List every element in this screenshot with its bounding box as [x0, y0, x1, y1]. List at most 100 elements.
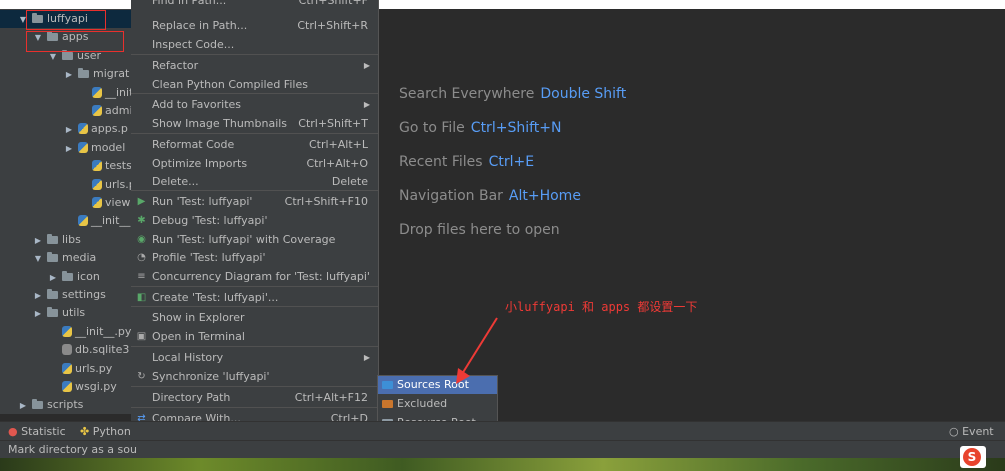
tab-python[interactable]: ✤ Python [80, 422, 131, 441]
menu-item-shortcut: Delete [331, 175, 368, 188]
submenu-item-label: Sources Root [397, 378, 469, 391]
tree-item-label: settings [62, 288, 106, 301]
tree-item-label: icon [77, 269, 100, 283]
submenu-item-excluded[interactable]: Excluded [378, 395, 497, 413]
tree-item-label: __init_ [105, 85, 131, 99]
tree-item[interactable]: ▶ model [0, 139, 125, 157]
tree-item[interactable]: __init_ [0, 84, 131, 102]
chevron-right-icon[interactable]: ▶ [33, 305, 43, 323]
menu-item-reformat-code[interactable]: Reformat Code Ctrl+Alt+L [131, 135, 378, 154]
menu-item-concurrency-diagram-for-test-luffyapi[interactable]: ≡ Concurrency Diagram for 'Test: luffyapi… [131, 267, 378, 286]
menu-item-label: Inspect Code... [152, 38, 235, 51]
tree-item-label: utils [62, 306, 86, 320]
menu-item-local-history[interactable]: Local History ▶ [131, 348, 378, 367]
menu-item-shortcut: Ctrl+Shift+T [298, 117, 368, 130]
chevron-right-icon[interactable]: ▶ [33, 232, 43, 250]
welcome-hint: Search Everywhere Double Shift [399, 86, 626, 102]
folder-icon [47, 307, 58, 318]
menu-item-label: Synchronize 'luffyapi' [152, 370, 270, 383]
python-file-icon [78, 215, 88, 227]
status-message: Mark directory as a sou [8, 443, 137, 456]
menu-item-shortcut: Ctrl+Shift+F [298, 0, 368, 7]
tree-item-label: libs [62, 232, 81, 246]
tree-item[interactable]: views. [0, 194, 131, 212]
tree-item-label: media [62, 251, 97, 265]
chevron-down-icon[interactable]: ▼ [33, 250, 43, 268]
menu-item-label: Run 'Test: luffyapi' [152, 195, 253, 208]
tree-item[interactable]: __init__.py [0, 212, 131, 230]
menu-item-label: Create 'Test: luffyapi'... [152, 291, 279, 304]
menu-item-show-image-thumbnails[interactable]: Show Image Thumbnails Ctrl+Shift+T [131, 114, 378, 133]
tree-item[interactable]: ▶ migrat [0, 65, 129, 83]
run-icon: ▶ [137, 196, 146, 207]
ime-indicator[interactable]: S [960, 446, 986, 468]
python-file-icon [78, 141, 88, 153]
welcome-hint: Navigation Bar Alt+Home [399, 188, 581, 204]
python-file-icon [92, 197, 102, 208]
tree-item[interactable]: ▶ apps.p [0, 120, 128, 138]
menu-item-profile-test-luffyapi[interactable]: ◔ Profile 'Test: luffyapi' [131, 248, 378, 267]
tree-item[interactable]: ▼ media [0, 249, 96, 267]
folder-icon [47, 252, 58, 263]
welcome-hint-text: Go to File [399, 120, 465, 136]
menu-item-show-in-explorer[interactable]: Show in Explorer [131, 308, 378, 327]
menu-separator [131, 54, 378, 55]
chevron-right-icon[interactable]: ▶ [33, 287, 43, 305]
profile-icon: ◔ [137, 252, 146, 263]
tree-item[interactable]: ▶ libs [0, 231, 81, 249]
tree-item[interactable]: __init__.py [0, 323, 131, 341]
menu-item-delete[interactable]: Delete... Delete [131, 172, 378, 191]
chevron-right-icon[interactable]: ▶ [64, 140, 74, 158]
python-file-icon [62, 362, 72, 374]
menu-item-refactor[interactable]: Refactor ▶ [131, 56, 378, 75]
menu-item-synchronize-luffyapi[interactable]: ↻ Synchronize 'luffyapi' [131, 367, 378, 386]
tree-item[interactable]: ▶ utils [0, 304, 85, 322]
tree-item[interactable]: tests.p [0, 157, 131, 175]
chevron-right-icon[interactable]: ▶ [64, 121, 74, 139]
menu-item-inspect-code[interactable]: Inspect Code... [131, 35, 378, 54]
welcome-hint-text: Drop files here to open [399, 222, 560, 238]
welcome-hint-text: Recent Files [399, 154, 483, 170]
menu-item-run-test-luffyapi[interactable]: ▶ Run 'Test: luffyapi' Ctrl+Shift+F10 [131, 192, 378, 211]
tree-item-label: model [91, 140, 126, 154]
menu-item-debug-test-luffyapi[interactable]: ✱ Debug 'Test: luffyapi' [131, 211, 378, 230]
folder-icon [382, 400, 393, 408]
chevron-right-icon[interactable]: ▶ [48, 269, 58, 287]
desktop-taskbar [0, 458, 1005, 471]
coverage-icon: ◉ [137, 234, 146, 245]
statistic-icon: ● [8, 425, 18, 438]
menu-item-shortcut: Ctrl+Alt+O [306, 157, 368, 170]
menu-item-find-in-path[interactable]: Find in Path... Ctrl+Shift+F [131, 0, 378, 10]
event-log-icon: ○ [949, 425, 959, 438]
menu-item-directory-path[interactable]: Directory Path Ctrl+Alt+F12 [131, 388, 378, 407]
tree-item-label: db.sqlite3 [75, 343, 130, 357]
menu-item-replace-in-path[interactable]: Replace in Path... Ctrl+Shift+R [131, 16, 378, 35]
status-bar: Mark directory as a sou [0, 440, 1005, 459]
welcome-hint-shortcut: Ctrl+E [488, 154, 535, 170]
tree-item-label: admin [105, 104, 131, 117]
chevron-right-icon[interactable]: ▶ [64, 66, 74, 84]
tab-event-log[interactable]: ○ Event [949, 422, 994, 441]
tree-item[interactable]: db.sqlite3 [0, 341, 129, 359]
tab-statistic[interactable]: ● Statistic [8, 422, 66, 441]
tree-item[interactable]: ▶ settings [0, 286, 106, 304]
tree-item[interactable]: wsgi.py [0, 378, 117, 396]
menu-item-run-test-luffyapi-with-coverage[interactable]: ◉ Run 'Test: luffyapi' with Coverage [131, 230, 378, 249]
menu-separator [131, 407, 378, 408]
tree-item[interactable]: ▶ scripts [0, 396, 83, 414]
submenu-item-sources-root[interactable]: Sources Root [378, 376, 497, 394]
tree-item[interactable]: ▶ icon [0, 268, 100, 286]
tree-item[interactable]: admin [0, 102, 131, 120]
menu-item-create-test-luffyapi[interactable]: ◧ Create 'Test: luffyapi'... [131, 288, 378, 307]
chevron-right-icon[interactable]: ▶ [18, 397, 28, 414]
menu-item-add-to-favorites[interactable]: Add to Favorites ▶ [131, 95, 378, 114]
menu-item-clean-python-compiled-files[interactable]: Clean Python Compiled Files [131, 75, 378, 94]
python-file-icon [92, 178, 102, 190]
menu-item-open-in-terminal[interactable]: ▣ Open in Terminal [131, 327, 378, 346]
menu-item-label: Add to Favorites [152, 98, 242, 111]
menu-item-optimize-imports[interactable]: Optimize Imports Ctrl+Alt+O [131, 154, 378, 173]
tree-item[interactable]: urls.py [0, 360, 112, 378]
tree-item-label: views. [105, 196, 131, 209]
tree-item[interactable]: urls.py [0, 176, 131, 194]
menu-item-label: Open in Terminal [152, 330, 245, 343]
